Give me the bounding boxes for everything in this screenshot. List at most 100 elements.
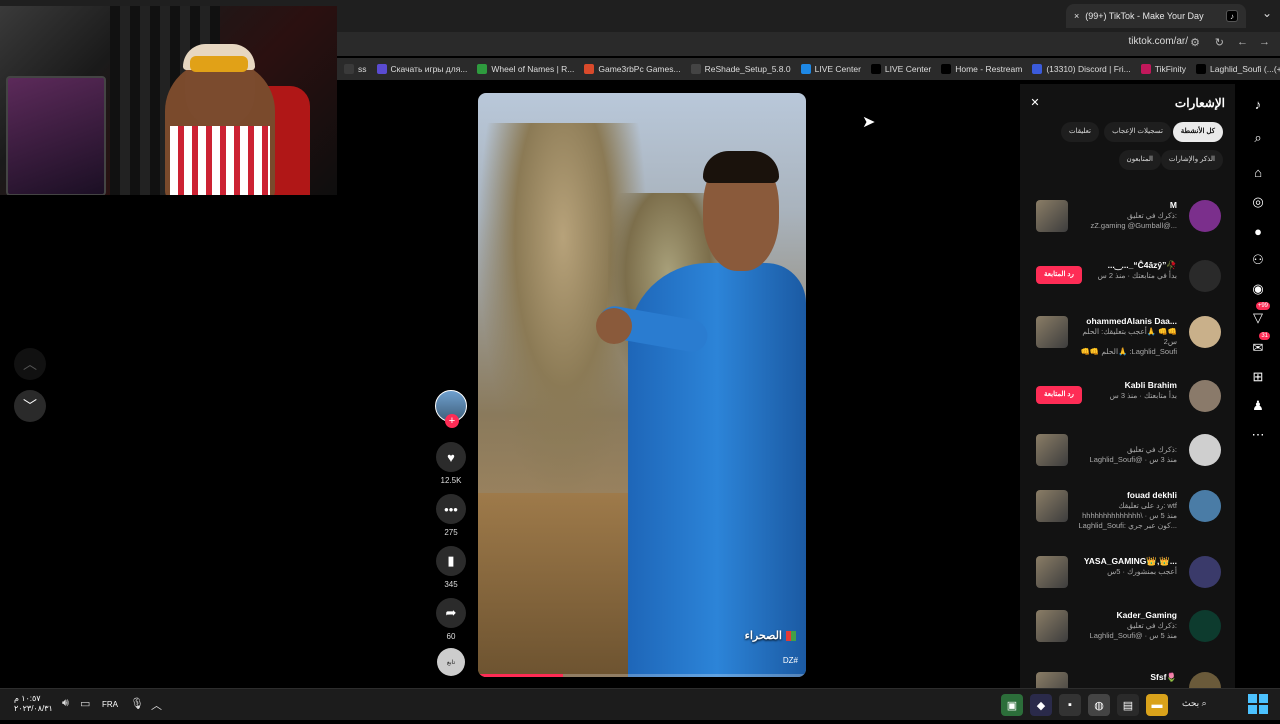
video-thumbnail[interactable] — [1036, 200, 1068, 232]
user-avatar[interactable] — [1189, 490, 1221, 522]
bookmark-item[interactable]: Laghlid_Soufi (...(+99) — [1196, 64, 1280, 74]
notification-username[interactable]: M — [1170, 200, 1177, 210]
store-icon[interactable]: ▤ — [1117, 694, 1139, 716]
messages-icon[interactable]: ✉ 31 — [1246, 332, 1270, 360]
windows-start-icon[interactable] — [1248, 694, 1268, 714]
following-icon[interactable]: ⚇ — [1246, 248, 1270, 272]
video-hashtag[interactable]: DZ# — [783, 656, 798, 665]
video-thumbnail[interactable] — [1036, 434, 1068, 466]
notification-username[interactable]: ...‿..._“Ĉ4āzŷ”🥀 — [1108, 260, 1177, 271]
video-thumbnail[interactable] — [1036, 610, 1068, 642]
music-disc-icon[interactable]: تابع — [437, 648, 465, 676]
user-avatar[interactable] — [1189, 200, 1221, 232]
follow-back-button[interactable]: رد المتابعة — [1036, 386, 1082, 404]
video-thumbnail[interactable] — [1036, 316, 1068, 348]
creator-avatar[interactable]: + — [435, 390, 467, 428]
back-icon[interactable]: → — [1259, 36, 1270, 48]
notification-item[interactable]: ذكرك في تعليق: Laghlid_Soufi@ · منذ 3 س — [1020, 430, 1235, 486]
home-icon[interactable]: ⌂ — [1246, 160, 1270, 184]
user-avatar[interactable] — [1189, 610, 1221, 642]
notification-username[interactable]: ohammedAlanis Daa... — [1086, 316, 1177, 326]
notification-item[interactable]: Kabli Brahim بدأ متابعتك · منذ 3 س رد المت… — [1020, 376, 1235, 432]
bookmark-item[interactable]: (13310) Discord | Fri... — [1032, 64, 1131, 74]
display-icon[interactable]: ▭ — [80, 697, 90, 710]
chrome-icon[interactable]: ◍ — [1088, 694, 1110, 716]
like-action[interactable]: ♥ 12.5K — [434, 442, 468, 485]
search-icon[interactable]: ⌕ — [1246, 126, 1270, 150]
user-avatar[interactable] — [1189, 316, 1221, 348]
share-icon[interactable]: ➦ — [436, 598, 466, 628]
taskbar-app-icon[interactable]: ▣ — [1001, 694, 1023, 716]
video-thumbnail[interactable] — [1036, 556, 1068, 588]
share-action[interactable]: ➦ 60 — [434, 598, 468, 641]
comment-icon[interactable]: ••• — [436, 494, 466, 524]
creator-avatar-group[interactable]: + — [434, 390, 468, 428]
tray-chevron-icon[interactable]: ︿ — [151, 697, 162, 713]
speaker-icon[interactable]: 🔊︎ — [62, 697, 69, 710]
filter-comments[interactable]: تعليقات — [1060, 122, 1099, 142]
notification-username[interactable]: YASA_GAMING👑,👑... — [1084, 556, 1177, 567]
close-icon[interactable]: ✕ — [1028, 96, 1042, 110]
filter-followers[interactable]: المتابعون — [1118, 150, 1161, 170]
browser-tab[interactable]: × (99+) TikTok - Make Your Day ♪ — [1066, 4, 1246, 28]
save-action[interactable]: ▮ 345 — [434, 546, 468, 589]
bookmark-item[interactable]: TikFinity — [1140, 64, 1186, 74]
notification-item[interactable]: Kader_Gaming ذكرك في تعليق: Laghlid_Soufi@… — [1020, 606, 1235, 662]
filter-mentions[interactable]: الذكر والإشارات — [1160, 150, 1223, 170]
bookmark-item[interactable]: Game3rbPc Games... — [584, 64, 681, 74]
taskbar-clock[interactable]: ١٠:٥٧ م ٢٠٢٣/٠٨/٣١ — [14, 694, 53, 714]
notification-username[interactable]: Sfsf🌷 — [1150, 672, 1177, 683]
folder-icon[interactable]: ▬ — [1146, 694, 1168, 716]
upload-icon[interactable]: ⊞ — [1246, 365, 1270, 389]
bookmark-item[interactable]: Home - Restream — [941, 64, 1022, 74]
coins-icon[interactable]: ♟ — [1246, 394, 1270, 418]
forward-icon[interactable]: ← — [1237, 36, 1248, 48]
bookmark-icon[interactable]: ▮ — [436, 546, 466, 576]
bookmark-item[interactable]: ReShade_Setup_5.8.0 — [690, 64, 791, 74]
tab-search-icon[interactable]: ⌄ — [1262, 6, 1272, 20]
filter-likes[interactable]: تسجيلات الإعجاب — [1104, 122, 1171, 142]
music-action[interactable]: تابع — [434, 648, 468, 676]
notification-item[interactable]: fouad dekhli رد على تعليقك: wtf hhhhhhhhhh… — [1020, 486, 1235, 542]
bookmark-item[interactable]: Скачать игры для... — [376, 64, 467, 74]
notification-username[interactable]: Kabli Brahim — [1125, 380, 1177, 390]
notification-item[interactable]: ohammedAlanis Daa... أعجب بتعليقك: الحلم🙏… — [1020, 312, 1235, 368]
notification-username[interactable]: Kader_Gaming — [1117, 610, 1177, 620]
profile-avatar-icon[interactable]: ◉ — [1246, 277, 1270, 301]
follow-back-button[interactable]: رد المتابعة — [1036, 266, 1082, 284]
video-player[interactable]: الصحراء DZ# — [478, 93, 806, 677]
video-location-tag[interactable]: الصحراء — [745, 629, 796, 642]
comment-action[interactable]: ••• 275 — [434, 494, 468, 537]
heart-icon[interactable]: ♥ — [436, 442, 466, 472]
bookmark-item[interactable]: Wheel of Names | R... — [477, 64, 574, 74]
user-avatar[interactable] — [1189, 380, 1221, 412]
more-icon[interactable]: ⋯ — [1246, 423, 1270, 447]
follow-plus-icon[interactable]: + — [445, 414, 459, 428]
bookmark-item[interactable]: LIVE Center — [800, 64, 861, 74]
input-language[interactable]: FRA — [102, 700, 118, 709]
user-avatar[interactable] — [1189, 260, 1221, 292]
site-settings-icon[interactable]: ⚙ — [1190, 36, 1200, 49]
explore-icon[interactable]: ◎ — [1246, 190, 1270, 214]
bookmark-item[interactable]: LIVE Center — [870, 64, 931, 74]
bookmark-item[interactable]: ss — [344, 64, 367, 74]
taskbar-app-icon[interactable]: ▪ — [1059, 694, 1081, 716]
microphone-icon[interactable]: 🎙︎ — [130, 697, 144, 710]
notification-item[interactable]: M ذكرك في تعليق: zZ.gaming @Gumball@... — [1020, 196, 1235, 252]
filter-all-activity[interactable]: كل الأنشطة — [1172, 122, 1223, 142]
taskbar-app-icon[interactable]: ◆ — [1030, 694, 1052, 716]
next-video-button[interactable]: ﹀ — [14, 390, 46, 422]
user-avatar[interactable] — [1189, 434, 1221, 466]
inbox-icon[interactable]: ▽ +99 — [1246, 302, 1270, 330]
live-avatar-icon[interactable]: ● — [1246, 219, 1270, 243]
previous-video-button[interactable]: ︿ — [14, 348, 46, 380]
notification-item[interactable]: ...‿..._“Ĉ4āzŷ”🥀 بدأ في متابعتك · منذ 2 س… — [1020, 256, 1235, 312]
notification-item[interactable]: YASA_GAMING👑,👑... أعجب بمنشورك · 5س — [1020, 552, 1235, 608]
video-thumbnail[interactable] — [1036, 490, 1068, 522]
user-avatar[interactable] — [1189, 556, 1221, 588]
address-bar[interactable]: tiktok.com/ar/ — [1129, 36, 1188, 47]
tab-close-icon[interactable]: × — [1074, 11, 1079, 21]
tiktok-logo-icon[interactable]: ♪ — [1246, 92, 1270, 116]
taskbar-search[interactable]: بحث ⌕ — [1182, 698, 1207, 709]
notification-username[interactable]: fouad dekhli — [1127, 490, 1177, 500]
